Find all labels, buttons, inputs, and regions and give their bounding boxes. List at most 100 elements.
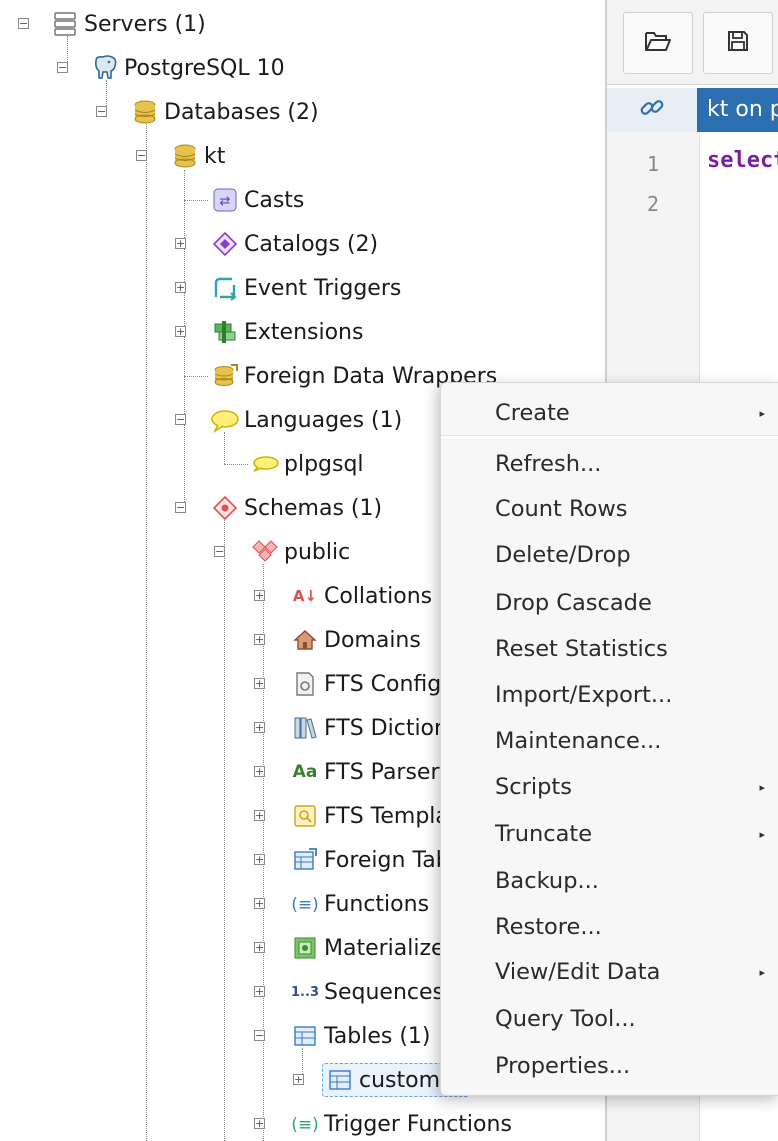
menu-item-label: Restore... xyxy=(495,914,602,940)
menu-item-label: Count Rows xyxy=(495,496,628,522)
menu-item-delete-drop[interactable]: Delete/Drop xyxy=(441,533,778,577)
collapse-toggle[interactable]: − xyxy=(214,546,225,557)
tree-node-catalogs[interactable]: Catalogs (2) xyxy=(210,224,378,264)
tree-node-collations[interactable]: A↓ Collations xyxy=(290,576,432,616)
menu-item-drop-cascade[interactable]: Drop Cascade xyxy=(441,581,778,625)
expand-toggle[interactable]: + xyxy=(254,986,265,997)
expand-toggle[interactable]: + xyxy=(254,590,265,601)
tree-node-sequences[interactable]: 1..3 Sequences xyxy=(290,972,444,1012)
menu-item-query-tool[interactable]: Query Tool... xyxy=(441,997,778,1041)
tree-node-database-kt[interactable]: kt xyxy=(170,136,225,176)
fts-dictionary-icon xyxy=(290,714,320,742)
tree-node-databases[interactable]: Databases (2) xyxy=(130,92,319,132)
event-trigger-icon xyxy=(210,274,240,302)
collapse-toggle[interactable]: − xyxy=(136,150,147,161)
save-icon xyxy=(726,29,750,57)
tree-guide xyxy=(184,170,185,508)
expand-toggle[interactable]: + xyxy=(254,898,265,909)
expand-toggle[interactable]: + xyxy=(175,326,186,337)
submenu-arrow-icon: ▸ xyxy=(759,406,765,420)
tree-node-label: Catalogs (2) xyxy=(244,231,379,257)
expand-toggle[interactable]: + xyxy=(254,942,265,953)
save-file-button[interactable] xyxy=(703,12,773,74)
tree-node-label: Casts xyxy=(244,187,305,213)
collapse-toggle[interactable]: − xyxy=(175,502,186,513)
tree-node-casts[interactable]: ⇄ Casts xyxy=(210,180,304,220)
tree-guide xyxy=(224,464,248,465)
svg-text:(≡): (≡) xyxy=(291,1115,319,1135)
collation-icon: A↓ xyxy=(292,587,318,605)
tree-node-label: Servers (1) xyxy=(84,11,206,37)
tree-node-trigger-functions[interactable]: (≡) Trigger Functions xyxy=(290,1104,512,1141)
tree-node-functions[interactable]: (≡) Functions xyxy=(290,884,429,924)
expand-toggle[interactable]: + xyxy=(254,854,265,865)
tree-node-fts-parsers[interactable]: Aa FTS Parsers xyxy=(290,752,451,792)
folder-open-icon xyxy=(644,29,672,57)
trigger-function-icon: (≡) xyxy=(290,1110,320,1138)
sql-editor-line[interactable]: select xyxy=(707,148,778,173)
materialized-view-icon xyxy=(290,934,320,962)
functions-icon: (≡) xyxy=(290,890,320,918)
expand-toggle[interactable]: + xyxy=(293,1074,304,1085)
expand-toggle[interactable]: + xyxy=(254,810,265,821)
svg-text:(≡): (≡) xyxy=(291,895,319,915)
menu-item-scripts[interactable]: Scripts ▸ xyxy=(441,765,778,809)
foreign-table-icon xyxy=(290,846,320,874)
expand-toggle[interactable]: + xyxy=(175,282,186,293)
expand-toggle[interactable]: + xyxy=(254,634,265,645)
collapse-toggle[interactable]: − xyxy=(254,1030,265,1041)
open-file-button[interactable] xyxy=(623,12,693,74)
menu-item-backup[interactable]: Backup... xyxy=(441,859,778,903)
tree-node-event-triggers[interactable]: Event Triggers xyxy=(210,268,401,308)
expand-toggle[interactable]: + xyxy=(175,238,186,249)
tree-node-label: Tables (1) xyxy=(324,1023,431,1049)
tree-node-domains[interactable]: Domains xyxy=(290,620,421,660)
tree-node-servers[interactable]: Servers (1) xyxy=(50,4,206,44)
menu-separator xyxy=(441,435,778,439)
menu-item-label: Maintenance... xyxy=(495,728,662,754)
menu-item-label: Query Tool... xyxy=(495,1006,636,1032)
collapse-toggle[interactable]: − xyxy=(96,106,107,117)
expand-toggle[interactable]: + xyxy=(254,766,265,777)
submenu-arrow-icon: ▸ xyxy=(759,780,765,794)
languages-icon xyxy=(210,406,240,434)
tree-node-label: PostgreSQL 10 xyxy=(124,55,285,81)
menu-item-count-rows[interactable]: Count Rows xyxy=(441,487,778,531)
tree-node-plpgsql[interactable]: plpgsql xyxy=(250,444,364,484)
expand-toggle[interactable]: + xyxy=(254,722,265,733)
menu-item-label: Reset Statistics xyxy=(495,636,668,662)
expand-toggle[interactable]: + xyxy=(254,678,265,689)
fts-parser-icon: Aa xyxy=(292,762,318,782)
menu-item-properties[interactable]: Properties... xyxy=(441,1044,778,1088)
menu-item-truncate[interactable]: Truncate ▸ xyxy=(441,812,778,856)
tree-node-server[interactable]: PostgreSQL 10 xyxy=(90,48,285,88)
menu-item-import-export[interactable]: Import/Export... xyxy=(441,673,778,717)
collapse-toggle[interactable]: − xyxy=(18,18,29,29)
submenu-arrow-icon: ▸ xyxy=(759,827,765,841)
tree-node-schemas[interactable]: Schemas (1) xyxy=(210,488,382,528)
tree-node-label: Event Triggers xyxy=(244,275,402,301)
tree-node-label: Trigger Functions xyxy=(324,1111,512,1137)
collapse-toggle[interactable]: − xyxy=(175,414,186,425)
databases-icon xyxy=(130,98,160,126)
tree-node-label: plpgsql xyxy=(284,451,364,477)
menu-item-reset-statistics[interactable]: Reset Statistics xyxy=(441,627,778,671)
menu-item-label: Drop Cascade xyxy=(495,590,652,616)
menu-item-view-edit-data[interactable]: View/Edit Data ▸ xyxy=(441,950,778,994)
menu-item-maintenance[interactable]: Maintenance... xyxy=(441,719,778,763)
tree-node-public[interactable]: public xyxy=(250,532,350,572)
server-group-icon xyxy=(50,10,80,38)
expand-toggle[interactable]: + xyxy=(254,1118,265,1129)
query-tab-title[interactable]: kt on postgres xyxy=(697,88,778,132)
catalogs-icon xyxy=(210,230,240,258)
menu-item-restore[interactable]: Restore... xyxy=(441,905,778,949)
tree-node-extensions[interactable]: Extensions xyxy=(210,312,363,352)
connection-status-button[interactable] xyxy=(607,88,697,132)
menu-item-refresh[interactable]: Refresh... xyxy=(441,442,778,486)
tree-node-languages[interactable]: Languages (1) xyxy=(210,400,402,440)
menu-item-label: View/Edit Data xyxy=(495,959,661,985)
menu-item-create[interactable]: Create ▸ xyxy=(441,391,778,435)
tree-node-tables[interactable]: Tables (1) xyxy=(290,1016,431,1056)
tree-node-label: Languages (1) xyxy=(244,407,403,433)
collapse-toggle[interactable]: − xyxy=(57,62,68,73)
